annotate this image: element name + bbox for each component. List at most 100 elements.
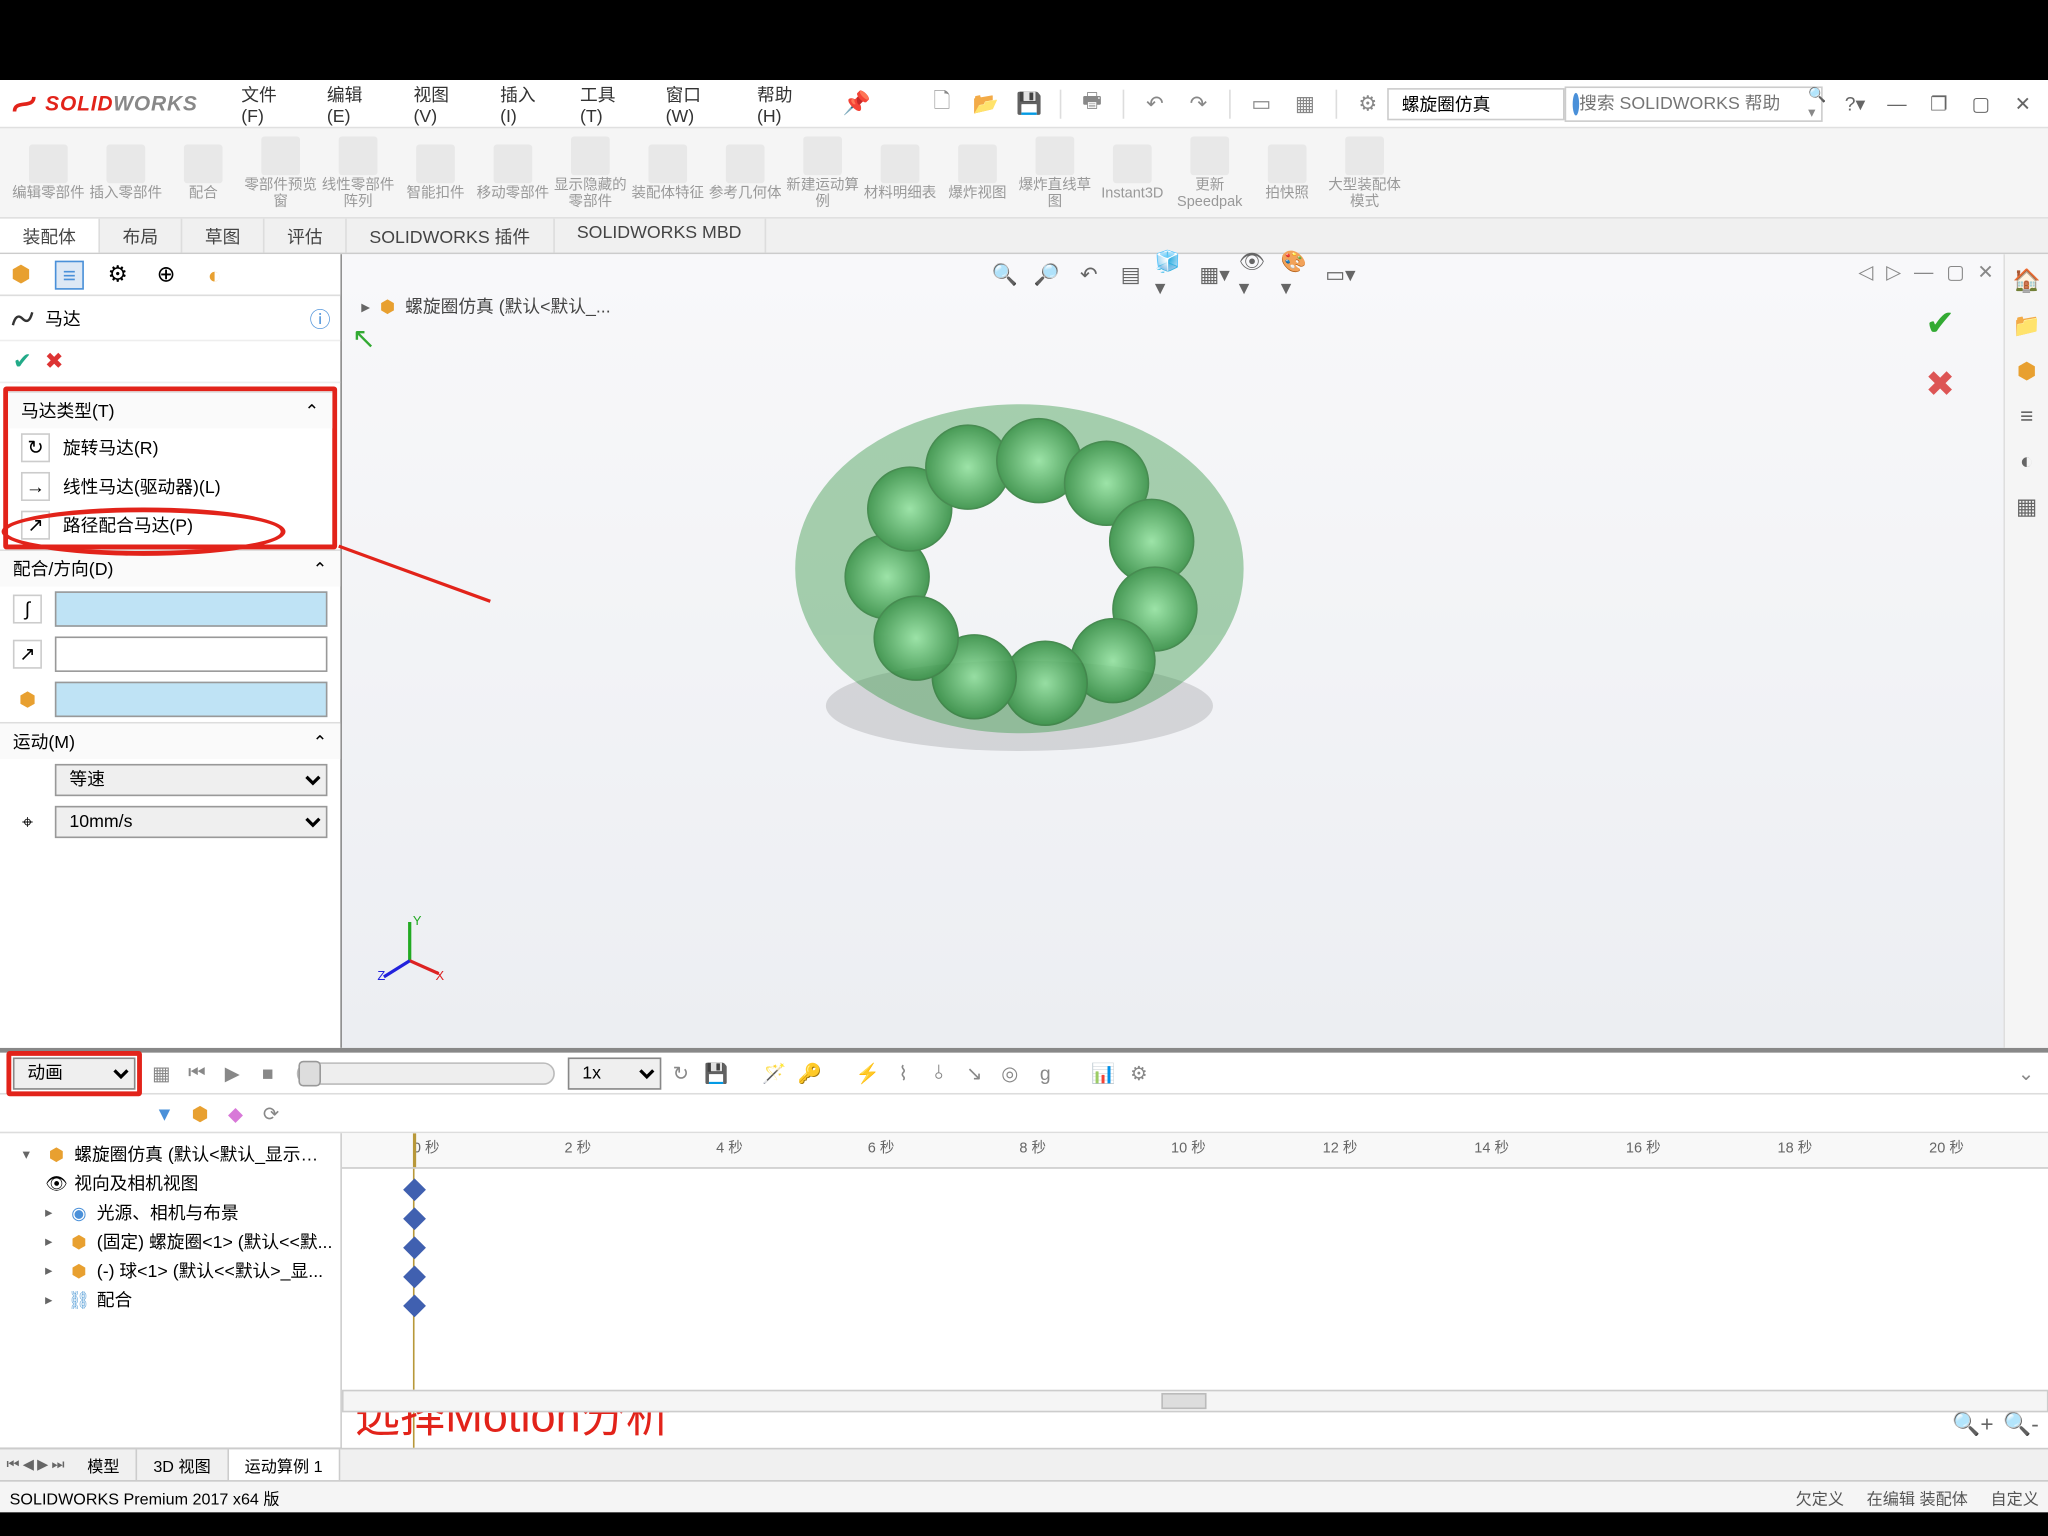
key-filter-icon[interactable]: ◆ [219, 1097, 251, 1129]
vp-back-icon[interactable]: ◁ [1858, 261, 1873, 284]
menu-file[interactable]: 文件(F) [227, 76, 313, 131]
force-tool-icon[interactable]: ↘ [958, 1057, 990, 1089]
tree-comp-ball[interactable]: ▸⬢(-) 球<1> (默认<<默认>_显... [0, 1256, 340, 1285]
graphics-viewport[interactable]: 🔍 🔎 ↶ ▤ 🧊▾ ▦▾ 👁▾ 🎨▾ ▭▾ ◁ ▷ — ▢ ✕ ▸ ⬢ 螺旋 [342, 254, 2003, 1048]
keyframe[interactable] [403, 1236, 426, 1259]
zoom-out-icon[interactable]: 🔍- [2003, 1411, 2039, 1438]
option-linear-motor[interactable]: →线性马达(驱动器)(L) [8, 467, 332, 506]
appearance-icon[interactable]: 🎨▾ [1281, 257, 1316, 292]
calculate-icon[interactable]: ▦ [145, 1057, 177, 1089]
undo-icon[interactable]: ↶ [1136, 86, 1175, 121]
h-scrollbar[interactable] [342, 1390, 2048, 1413]
loop-icon[interactable]: ↻ [665, 1057, 697, 1089]
rebuild-icon[interactable]: ▦ [1286, 86, 1325, 121]
tree-mates[interactable]: ▸⛓配合 [0, 1285, 340, 1314]
option-path-motor[interactable]: ↗路径配合马达(P) [8, 506, 332, 545]
key-icon[interactable]: 🔑 [794, 1057, 826, 1089]
rb-show-hide[interactable]: 显示隐藏的零部件 [552, 132, 629, 214]
restore-button[interactable]: ❐ [1923, 87, 1955, 119]
stop-icon[interactable]: ■ [252, 1057, 284, 1089]
display-style-icon[interactable]: ▦▾ [1197, 257, 1232, 292]
component-selection-2[interactable] [55, 636, 328, 671]
vp-max-icon[interactable]: ▢ [1946, 261, 1964, 284]
rb-speedpak[interactable]: 更新Speedpak [1171, 132, 1248, 214]
rb-instant3d[interactable]: Instant3D [1094, 132, 1171, 214]
tab-addins[interactable]: SOLIDWORKS 插件 [347, 219, 554, 253]
playback-slider[interactable] [297, 1062, 555, 1085]
tab-mbd[interactable]: SOLIDWORKS MBD [554, 219, 765, 253]
save-anim-icon[interactable]: 💾 [700, 1057, 732, 1089]
configmgr-tab-icon[interactable]: ⚙ [103, 260, 132, 289]
tab-layout[interactable]: 布局 [100, 219, 182, 253]
tab-last-icon[interactable]: ⏭ [52, 1456, 65, 1474]
tab-assembly[interactable]: 装配体 [0, 219, 100, 253]
tree-root[interactable]: ▾⬢螺旋圈仿真 (默认<默认_显示状态 [0, 1140, 340, 1169]
view-orient-icon[interactable]: 🧊▾ [1155, 257, 1190, 292]
wizard-icon[interactable]: 🪄 [758, 1057, 790, 1089]
new-icon[interactable]: 🗋 [923, 86, 962, 121]
dimxpert-tab-icon[interactable]: ⊕ [152, 260, 181, 289]
zoom-area-icon[interactable]: 🔎 [1029, 257, 1064, 292]
collapse-panel-icon[interactable]: ⌄ [2010, 1057, 2042, 1089]
cancel-button[interactable]: ✖ [45, 348, 64, 375]
explorer-icon[interactable]: ≡ [2011, 399, 2043, 431]
keyframe[interactable] [403, 1294, 426, 1317]
tree-comp-spring[interactable]: ▸⬢(固定) 螺旋圈<1> (默认<<默... [0, 1227, 340, 1256]
accept-icon[interactable]: ✔ [1925, 303, 1955, 345]
timeline-ruler[interactable]: 0 秒 2 秒 4 秒 6 秒 8 秒 10 秒 12 秒 14 秒 16 秒 … [342, 1133, 2048, 1168]
zoom-in-icon[interactable]: 🔍+ [1952, 1411, 1993, 1438]
filter-icon[interactable]: ▼ [148, 1097, 180, 1129]
rb-motion-study[interactable]: 新建运动算例 [784, 132, 861, 214]
rb-ref-geo[interactable]: 参考几何体 [706, 132, 783, 214]
display-tab-icon[interactable]: ◐ [200, 260, 229, 289]
rb-move[interactable]: 移动零部件 [474, 132, 551, 214]
home-icon[interactable]: 🏠 [2011, 264, 2043, 296]
section-direction[interactable]: 配合/方向(D)⌃ [0, 551, 340, 586]
rb-explode-lines[interactable]: 爆炸直线草图 [1016, 132, 1093, 214]
menu-insert[interactable]: 插入(I) [486, 76, 566, 131]
play-start-icon[interactable]: ⏮ [181, 1057, 213, 1089]
results-icon[interactable]: 📊 [1087, 1057, 1119, 1089]
menu-window[interactable]: 窗口(W) [651, 76, 742, 131]
help-icon[interactable]: ⓘ [310, 303, 331, 334]
section-motion[interactable]: 运动(M)⌃ [0, 724, 340, 759]
vp-min-icon[interactable]: — [1914, 261, 1933, 284]
motion-speed-select[interactable]: 10mm/s [55, 806, 328, 838]
maximize-button[interactable]: ▢ [1965, 87, 1997, 119]
tab-prev-icon[interactable]: ◀ [23, 1456, 34, 1474]
status-custom[interactable]: 自定义 [1990, 1485, 2038, 1509]
rb-preview[interactable]: 零部件预览窗 [242, 132, 319, 214]
section-motor-type[interactable]: 马达类型(T)⌃ [8, 393, 332, 428]
ok-button[interactable]: ✔ [13, 348, 32, 375]
hide-show-icon[interactable]: 👁▾ [1239, 257, 1274, 292]
motion-type-select[interactable]: 等速 [55, 764, 328, 796]
featuretree-tab-icon[interactable]: ⬢ [6, 260, 35, 289]
close-button[interactable]: ✕ [2007, 87, 2039, 119]
reject-icon[interactable]: ✖ [1925, 364, 1955, 406]
view-tab-model[interactable]: 模型 [71, 1449, 137, 1480]
print-icon[interactable]: 🖶 [1073, 86, 1112, 121]
rb-bom[interactable]: 材料明细表 [861, 132, 938, 214]
library-icon[interactable]: ⬢ [2011, 354, 2043, 386]
settings-tool-icon[interactable]: ⚙ [1123, 1057, 1155, 1089]
play-icon[interactable]: ▶ [216, 1057, 248, 1089]
rb-snapshot[interactable]: 拍快照 [1248, 132, 1325, 214]
rb-large-asm[interactable]: 大型装配体模式 [1326, 132, 1403, 214]
search-dropdown-icon[interactable]: 🔍▾ [1808, 86, 1826, 121]
help-search[interactable]: 🔍▾ [1565, 86, 1823, 121]
tree-view-orient[interactable]: 👁视向及相机视图 [0, 1169, 340, 1198]
keyframe[interactable] [403, 1178, 426, 1201]
tree-lights[interactable]: ▸◉光源、相机与布景 [0, 1198, 340, 1227]
component-selection-1[interactable] [55, 591, 328, 626]
zoom-fit-icon[interactable]: 🔍 [987, 257, 1022, 292]
redo-icon[interactable]: ↷ [1179, 86, 1218, 121]
vp-close-icon[interactable]: ✕ [1977, 261, 1993, 284]
menu-view[interactable]: 视图(V) [399, 76, 486, 131]
appearances-icon[interactable]: ▦ [2011, 490, 2043, 522]
study-type-select[interactable]: 动画 [13, 1057, 136, 1089]
spring-tool-icon[interactable]: ⌇ [887, 1057, 919, 1089]
menu-edit[interactable]: 编辑(E) [312, 76, 399, 131]
vp-fwd-icon[interactable]: ▷ [1886, 261, 1901, 284]
help-button[interactable]: ?▾ [1839, 87, 1871, 119]
contact-tool-icon[interactable]: ◎ [994, 1057, 1026, 1089]
